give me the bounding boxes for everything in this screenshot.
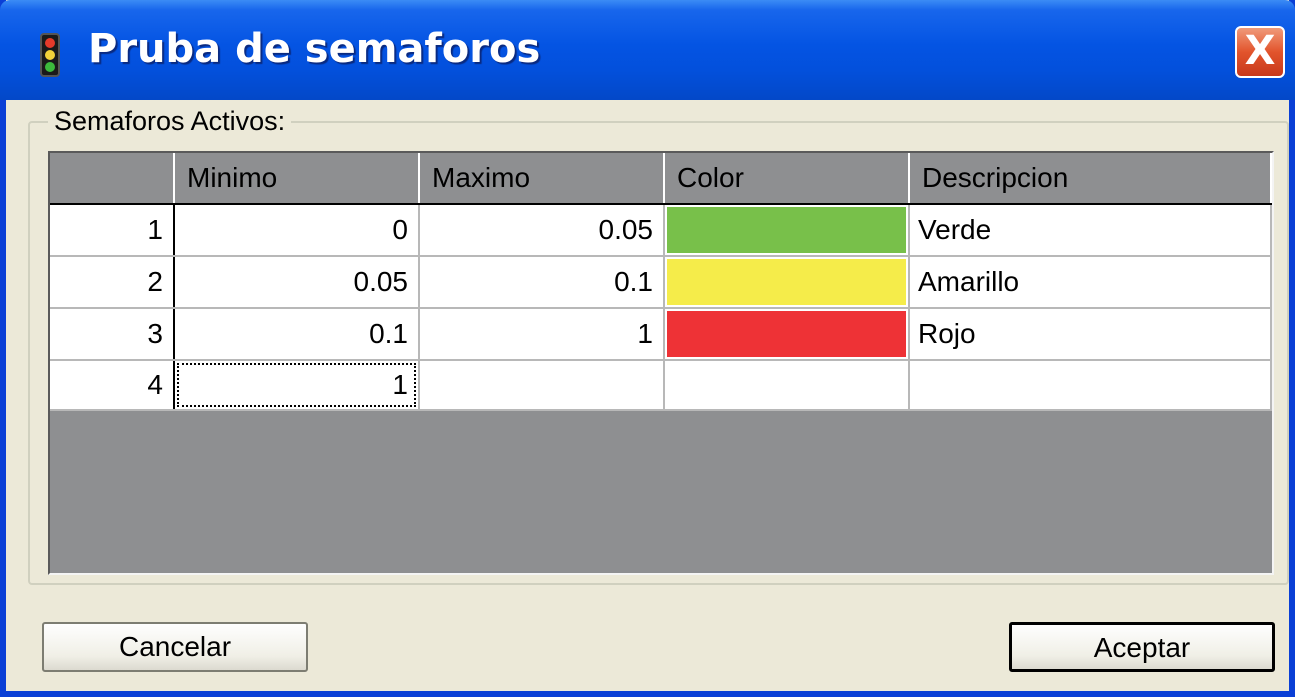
column-header-descripcion[interactable]: Descripcion [909,153,1272,205]
table-row: 1 0 0.05 Verde [50,204,1272,257]
row-number[interactable]: 4 [50,360,175,411]
cancel-button[interactable]: Cancelar [42,622,308,672]
cell-maximo[interactable]: 1 [419,308,665,361]
close-icon: X [1244,28,1276,74]
cell-descripcion[interactable]: Rojo [909,308,1272,361]
color-swatch [667,311,906,357]
traffic-light-icon [40,33,60,77]
cell-minimo[interactable]: 0 [174,204,420,257]
title-bar[interactable]: Pruba de semaforos X [0,0,1295,100]
group-label: Semaforos Activos: [48,106,292,137]
table-row: 3 0.1 1 Rojo [50,308,1272,361]
column-header-minimo[interactable]: Minimo [174,153,420,205]
cell-color[interactable] [664,256,910,309]
cell-maximo[interactable]: 0.05 [419,204,665,257]
row-number[interactable]: 1 [50,204,175,257]
color-swatch [667,259,906,305]
cell-color[interactable] [664,204,910,257]
column-header-color[interactable]: Color [664,153,910,205]
cell-color[interactable] [664,308,910,361]
dialog-window: Pruba de semaforos X Semaforos Activos: … [0,0,1295,697]
cell-maximo[interactable] [419,360,665,411]
cell-minimo-focused[interactable]: 1 [174,360,420,411]
accept-button[interactable]: Aceptar [1009,622,1275,672]
cell-color[interactable] [664,360,910,411]
cell-descripcion[interactable] [909,360,1272,411]
grid-header-row: Minimo Maximo Color Descripcion [50,153,1272,205]
column-header-maximo[interactable]: Maximo [419,153,665,205]
cell-minimo[interactable]: 0.1 [174,308,420,361]
cell-maximo[interactable]: 0.1 [419,256,665,309]
color-swatch [667,207,906,253]
cell-minimo[interactable]: 0.05 [174,256,420,309]
cell-descripcion[interactable]: Amarillo [909,256,1272,309]
semaphores-grid[interactable]: Minimo Maximo Color Descripcion 1 0 0.05… [48,151,1274,575]
close-button[interactable]: X [1235,26,1285,78]
cell-descripcion[interactable]: Verde [909,204,1272,257]
table-row: 4 1 [50,360,1272,411]
table-row: 2 0.05 0.1 Amarillo [50,256,1272,309]
row-number[interactable]: 2 [50,256,175,309]
corner-header [50,153,175,205]
row-number[interactable]: 3 [50,308,175,361]
window-title: Pruba de semaforos [88,26,541,72]
